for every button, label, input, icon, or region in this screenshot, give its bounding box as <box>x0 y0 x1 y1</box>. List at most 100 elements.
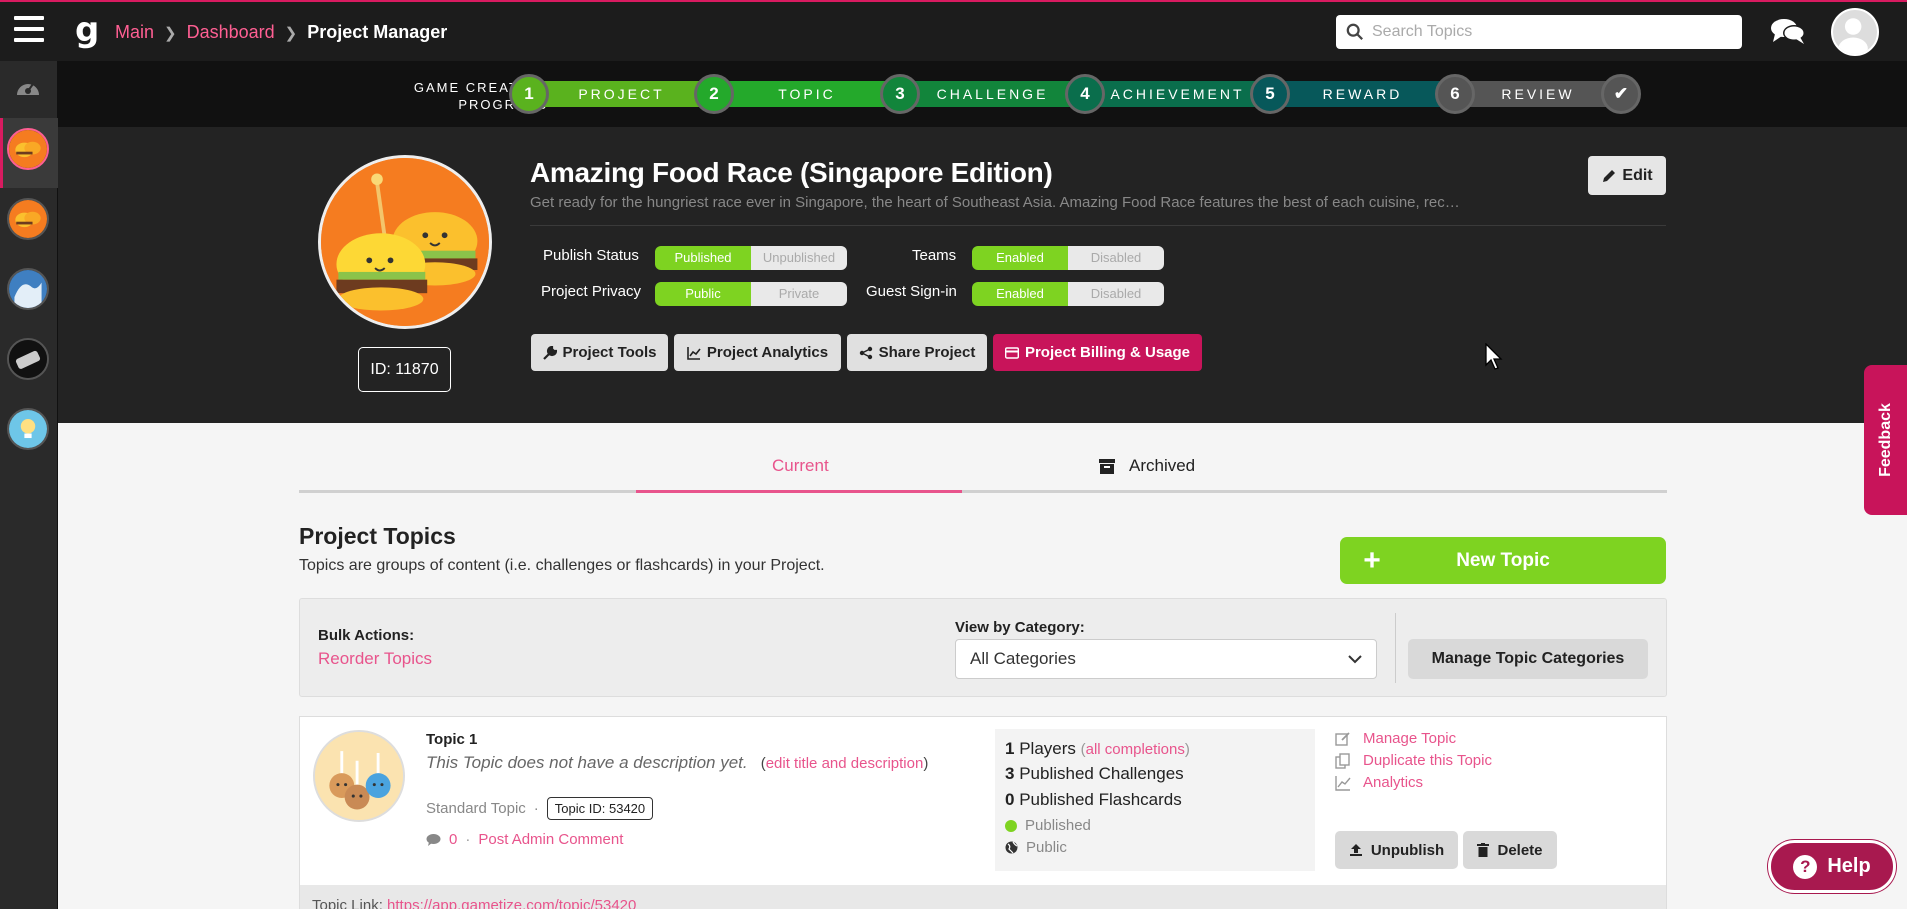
progress-step-label[interactable]: CHALLENGE <box>910 81 1075 107</box>
category-select[interactable]: All Categories <box>955 639 1377 679</box>
edit-square-icon <box>1335 731 1350 746</box>
project-billing-button[interactable]: Project Billing & Usage <box>993 334 1202 371</box>
mouse-cursor-icon <box>1485 343 1503 370</box>
sidebar-project-idea[interactable] <box>7 408 49 450</box>
project-topics-subtitle: Topics are groups of content (i.e. chall… <box>299 557 825 574</box>
game-creation-progress: GAME CREATION PROGRESS PROJECT TOPIC CHALL… <box>58 61 1907 127</box>
topic-analytics-link[interactable]: Analytics <box>1335 774 1423 791</box>
bulk-actions-label: Bulk Actions: <box>318 627 415 644</box>
search-box[interactable] <box>1336 15 1742 49</box>
published-status: Published <box>1005 817 1091 834</box>
progress-step-circle[interactable]: 5 <box>1250 74 1290 114</box>
hamburger-menu-icon[interactable] <box>14 16 44 46</box>
private-option[interactable]: Private <box>751 282 847 306</box>
pencil-icon <box>1603 169 1616 182</box>
topic-link-bar: Topic Link: https://app.gametize.com/top… <box>300 885 1666 909</box>
topic-stats-panel: 1 Players (all completions) 3 Published … <box>995 729 1315 871</box>
comment-row: 0 · Post Admin Comment <box>426 831 623 848</box>
upload-icon <box>1349 844 1362 856</box>
progress-step-circle[interactable]: 6 <box>1435 74 1475 114</box>
sidebar-project-vr[interactable] <box>7 338 49 380</box>
duplicate-topic-link[interactable]: Duplicate this Topic <box>1335 752 1492 769</box>
all-completions-link[interactable]: all completions <box>1086 741 1185 758</box>
comment-count[interactable]: 0 <box>449 831 457 848</box>
sidebar-project-food-race[interactable] <box>7 128 49 170</box>
help-button[interactable]: ? Help <box>1768 840 1896 893</box>
project-privacy-toggle[interactable]: Public Private <box>655 282 847 306</box>
manage-topic-link[interactable]: Manage Topic <box>1335 730 1456 747</box>
tab-archived[interactable]: Archived <box>1099 456 1195 476</box>
teams-enabled-option[interactable]: Enabled <box>972 246 1068 270</box>
progress-step-circle[interactable]: 3 <box>880 74 920 114</box>
edit-title-description-link[interactable]: edit title and description <box>766 755 924 772</box>
edit-project-button[interactable]: Edit <box>1588 156 1666 195</box>
project-title: Amazing Food Race (Singapore Edition) <box>530 157 1053 188</box>
project-description: Get ready for the hungriest race ever in… <box>530 194 1465 211</box>
topic-tabs: Current Archived <box>299 440 1667 493</box>
progress-step-circle[interactable]: 2 <box>694 74 734 114</box>
search-icon <box>1346 23 1363 40</box>
teams-toggle[interactable]: Enabled Disabled <box>972 246 1164 270</box>
dashboard-gauge-icon[interactable] <box>14 75 42 99</box>
status-dot-icon <box>1005 819 1017 832</box>
progress-complete-check-icon[interactable]: ✔ <box>1601 74 1641 114</box>
privacy-status: Public <box>1005 839 1067 856</box>
progress-step-label[interactable]: REVIEW <box>1465 81 1611 107</box>
topic-name[interactable]: Topic 1 <box>426 731 477 748</box>
topic-link-url[interactable]: https://app.gametize.com/topic/53420 <box>387 897 636 909</box>
bulk-actions-panel: Bulk Actions: Reorder Topics View by Cat… <box>299 598 1667 697</box>
user-avatar[interactable] <box>1831 8 1879 56</box>
progress-step-circle[interactable]: 1 <box>509 74 549 114</box>
guest-signin-toggle[interactable]: Enabled Disabled <box>972 282 1164 306</box>
teams-disabled-option[interactable]: Disabled <box>1068 246 1164 270</box>
comment-icon <box>426 834 441 846</box>
progress-step-label[interactable]: ACHIEVEMENT <box>1095 81 1260 107</box>
breadcrumb-current: Project Manager <box>307 22 448 42</box>
left-sidebar <box>0 61 58 909</box>
breadcrumb-main-link[interactable]: Main <box>115 22 154 43</box>
project-image[interactable] <box>318 155 492 329</box>
topic-description: This Topic does not have a description y… <box>426 753 929 772</box>
share-project-button[interactable]: Share Project <box>847 334 987 371</box>
project-tools-button[interactable]: Project Tools <box>531 334 668 371</box>
reorder-topics-link[interactable]: Reorder Topics <box>318 649 432 669</box>
guest-signin-label: Guest Sign-in <box>866 283 957 300</box>
sidebar-project-burger[interactable] <box>7 198 49 240</box>
chat-icon[interactable] <box>1770 16 1806 48</box>
active-tab-underline <box>636 490 962 493</box>
publish-status-toggle[interactable]: Published Unpublished <box>655 246 847 270</box>
gametize-logo[interactable]: g <box>75 10 99 50</box>
topic-type-row: Standard Topic · Topic ID: 53420 <box>426 797 654 820</box>
progress-step-label[interactable]: PROJECT <box>539 81 704 107</box>
project-analytics-button[interactable]: Project Analytics <box>674 334 841 371</box>
topic-card: Topic 1 This Topic does not have a descr… <box>299 716 1667 909</box>
progress-step-circle[interactable]: 4 <box>1065 74 1105 114</box>
guest-disabled-option[interactable]: Disabled <box>1068 282 1164 306</box>
unpublished-option[interactable]: Unpublished <box>751 246 847 270</box>
guest-enabled-option[interactable]: Enabled <box>972 282 1068 306</box>
project-id: ID: 11870 <box>358 347 451 392</box>
published-option[interactable]: Published <box>655 246 751 270</box>
progress-step-label[interactable]: TOPIC <box>724 81 890 107</box>
line-chart-icon <box>1335 775 1351 791</box>
project-privacy-label: Project Privacy <box>541 283 642 300</box>
public-option[interactable]: Public <box>655 282 751 306</box>
manage-topic-categories-button[interactable]: Manage Topic Categories <box>1408 639 1648 679</box>
unpublish-button[interactable]: Unpublish <box>1335 831 1458 869</box>
sidebar-project-wave[interactable] <box>7 268 49 310</box>
search-input[interactable] <box>1372 23 1732 41</box>
plus-icon: + <box>1363 543 1381 577</box>
topic-id-badge: Topic ID: 53420 <box>546 797 654 820</box>
delete-button[interactable]: Delete <box>1463 831 1557 869</box>
line-chart-icon <box>687 346 701 360</box>
feedback-tab[interactable]: Feedback <box>1864 365 1907 515</box>
breadcrumb: Main ❯ Dashboard ❯ Project Manager <box>115 22 447 43</box>
progress-step-label[interactable]: REWARD <box>1280 81 1445 107</box>
chevron-right-icon: ❯ <box>164 24 177 42</box>
teams-label: Teams <box>912 247 957 264</box>
tab-current[interactable]: Current <box>772 456 829 476</box>
new-topic-button[interactable]: + New Topic <box>1340 537 1666 584</box>
breadcrumb-dashboard-link[interactable]: Dashboard <box>187 22 275 43</box>
topic-image[interactable] <box>313 730 405 822</box>
post-admin-comment-link[interactable]: Post Admin Comment <box>478 831 623 848</box>
